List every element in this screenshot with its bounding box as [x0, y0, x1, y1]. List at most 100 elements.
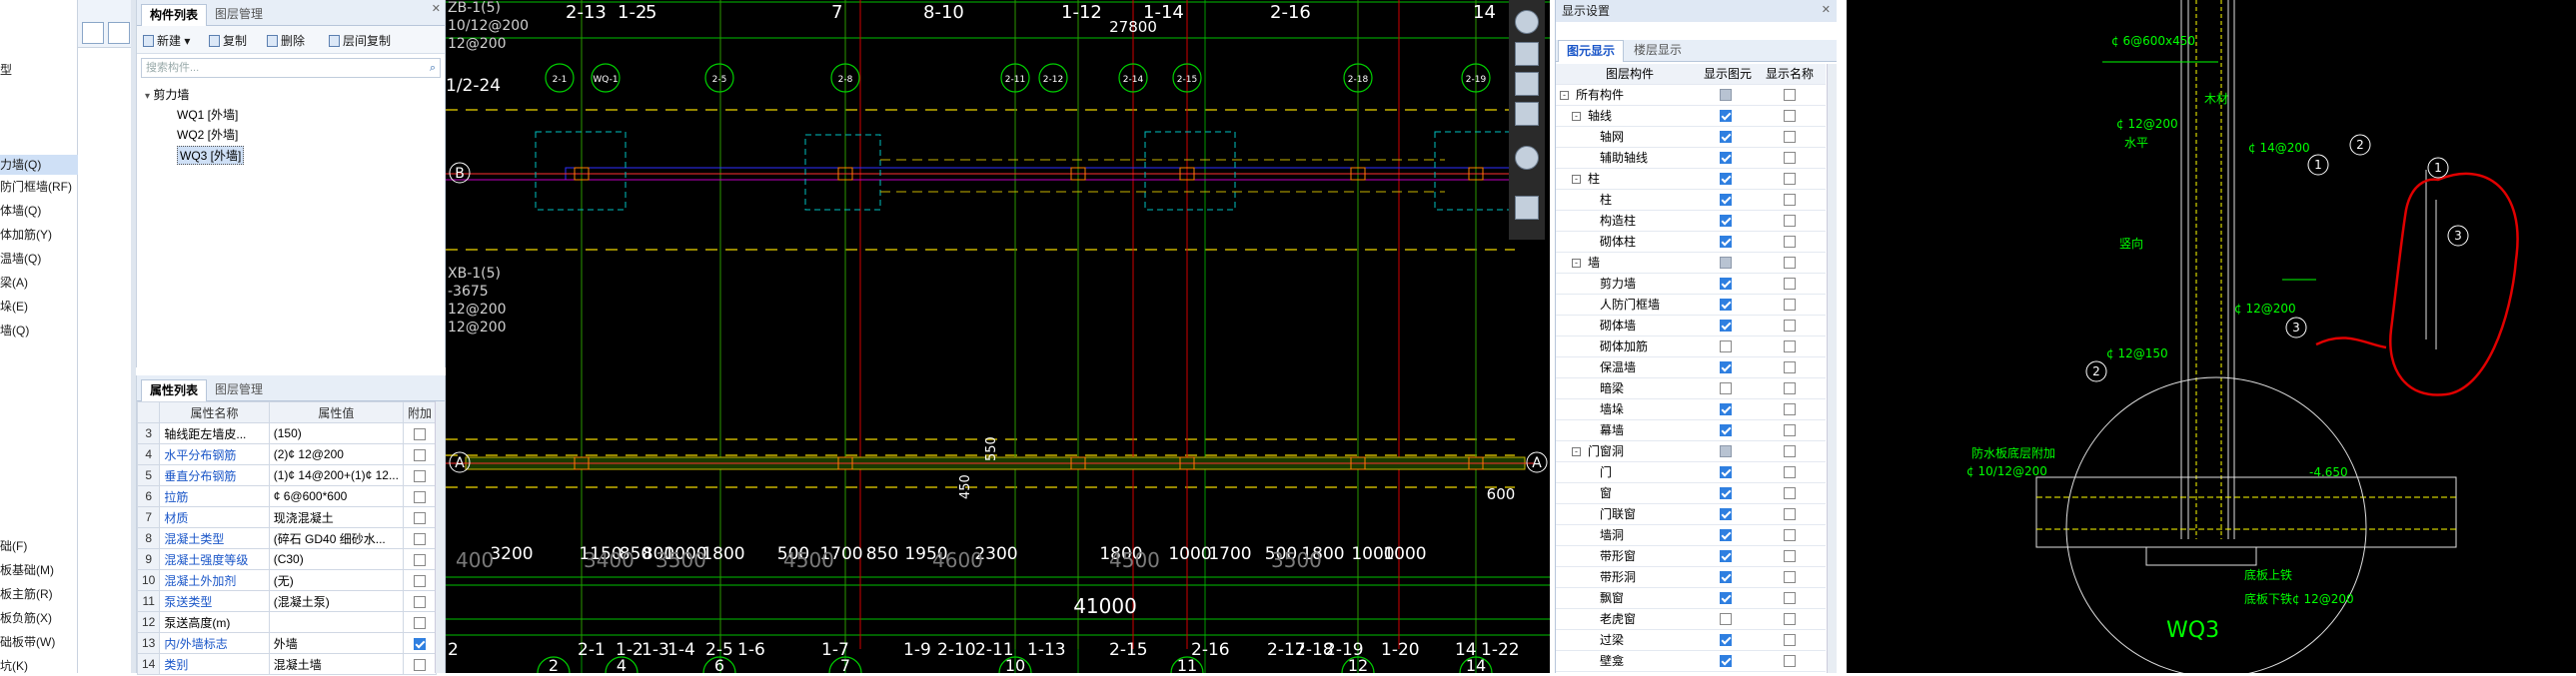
show-element-checkbox[interactable] [1720, 424, 1732, 436]
show-element-checkbox[interactable] [1720, 655, 1732, 667]
property-value[interactable]: (1)¢ 14@200+(1)¢ 12... [268, 464, 404, 486]
show-name-checkbox[interactable] [1784, 278, 1796, 290]
display-row[interactable]: 带形洞 [1556, 567, 1826, 588]
display-row[interactable]: 剪力墙 [1556, 274, 1826, 295]
property-row[interactable]: 10 混凝土外加剂 (无) [136, 569, 438, 591]
display-row[interactable]: 老虎窗 [1556, 609, 1826, 630]
display-row[interactable]: 构造柱 [1556, 211, 1826, 232]
rotate-view-icon[interactable] [1515, 10, 1539, 34]
component-type-item[interactable]: 础(F) [0, 536, 78, 556]
display-scrollbar[interactable] [1827, 64, 1837, 673]
component-type-item[interactable]: 体加筋(Y) [0, 225, 78, 245]
extra-checkbox[interactable] [413, 637, 426, 650]
display-row[interactable]: 带形窗 [1556, 546, 1826, 567]
display-row[interactable]: 保温墙 [1556, 357, 1826, 378]
display-row[interactable]: - 门窗洞 [1556, 441, 1826, 462]
show-name-checkbox[interactable] [1784, 299, 1796, 311]
display-row[interactable]: 墙洞 [1556, 525, 1826, 546]
property-row[interactable]: 14 类别 混凝土墙 [136, 653, 438, 675]
show-element-checkbox[interactable] [1720, 152, 1732, 164]
show-element-checkbox[interactable] [1720, 173, 1732, 185]
show-element-checkbox[interactable] [1720, 382, 1732, 394]
refresh-icon[interactable] [1515, 146, 1539, 170]
show-name-checkbox[interactable] [1784, 571, 1796, 583]
property-value[interactable]: 现浇混凝土 [268, 506, 404, 528]
show-name-checkbox[interactable] [1784, 550, 1796, 562]
tab-element-display[interactable]: 图元显示 [1558, 40, 1625, 62]
new-button[interactable]: 新建 ▾ [143, 32, 190, 49]
show-name-checkbox[interactable] [1784, 382, 1796, 394]
display-row[interactable]: - 轴线 [1556, 106, 1826, 127]
show-name-checkbox[interactable] [1784, 403, 1796, 415]
display-row[interactable]: 过梁 [1556, 630, 1826, 651]
show-name-checkbox[interactable] [1784, 152, 1796, 164]
show-name-checkbox[interactable] [1784, 194, 1796, 206]
collapse-toggle-icon[interactable]: - [1560, 91, 1569, 100]
component-type-item[interactable]: 墙(Q) [0, 321, 78, 340]
tab-property-layer[interactable]: 图层管理 [207, 379, 271, 401]
grid-view-icon[interactable] [108, 22, 130, 44]
show-element-checkbox[interactable] [1720, 236, 1732, 248]
tab-floor-display[interactable]: 楼层显示 [1626, 40, 1690, 62]
extra-checkbox[interactable] [413, 574, 426, 587]
collapse-toggle-icon[interactable]: - [1572, 175, 1581, 184]
show-element-checkbox[interactable] [1720, 613, 1732, 625]
show-name-checkbox[interactable] [1784, 110, 1796, 122]
display-row[interactable]: -柱 [1556, 169, 1826, 190]
show-name-checkbox[interactable] [1784, 340, 1796, 352]
display-row[interactable]: 轴网 [1556, 127, 1826, 148]
component-type-item[interactable]: 础板带(W) [0, 632, 78, 652]
search-icon[interactable]: ⌕ [430, 59, 436, 77]
extra-checkbox[interactable] [413, 511, 426, 524]
collapse-icon[interactable]: ▾ [145, 91, 150, 102]
display-row[interactable]: 砌体柱 [1556, 232, 1826, 253]
component-type-item[interactable]: 体墙(Q) [0, 201, 78, 221]
display-row[interactable]: 门联窗 [1556, 504, 1826, 525]
property-value[interactable]: 混凝土墙 [268, 653, 404, 675]
component-type-item[interactable]: 板主筋(R) [0, 584, 78, 604]
show-element-checkbox[interactable] [1720, 320, 1732, 332]
property-value[interactable] [268, 611, 404, 633]
display-row[interactable]: - 所有构件 [1556, 85, 1826, 106]
property-row[interactable]: 7 材质 现浇混凝土 [136, 506, 438, 528]
grid-table-icon[interactable] [1515, 196, 1539, 220]
floor-copy-button[interactable]: 层间复制 [329, 32, 391, 49]
show-name-checkbox[interactable] [1784, 445, 1796, 457]
property-row[interactable]: 3 轴线距左墙皮... (150) [136, 422, 438, 444]
search-input[interactable]: 搜索构件... ⌕ [141, 58, 441, 78]
component-type-item[interactable]: 板基础(M) [0, 560, 78, 580]
show-name-checkbox[interactable] [1784, 131, 1796, 143]
tab-property-list[interactable]: 属性列表 [141, 379, 208, 401]
delete-button[interactable]: 删除 [267, 32, 305, 49]
display-row[interactable]: 幕墙 [1556, 420, 1826, 441]
show-name-checkbox[interactable] [1784, 466, 1796, 478]
property-value[interactable]: (C30) [268, 548, 404, 570]
show-element-checkbox[interactable] [1720, 257, 1732, 269]
close-display-icon[interactable]: ✕ [1822, 3, 1831, 16]
show-element-checkbox[interactable] [1720, 299, 1732, 311]
show-element-checkbox[interactable] [1720, 487, 1732, 499]
show-name-checkbox[interactable] [1784, 257, 1796, 269]
extra-checkbox[interactable] [413, 595, 426, 608]
property-value[interactable]: (混凝土泵) [268, 590, 404, 612]
show-name-checkbox[interactable] [1784, 508, 1796, 520]
show-element-checkbox[interactable] [1720, 466, 1732, 478]
tree-item-wq1[interactable]: WQ1 [外墙] [177, 106, 238, 123]
property-row[interactable]: 12 泵送高度(m) [136, 611, 438, 633]
show-element-checkbox[interactable] [1720, 403, 1732, 415]
extra-checkbox[interactable] [413, 553, 426, 566]
component-type-item[interactable]: 垛(E) [0, 297, 78, 317]
component-type-item[interactable]: 板负筋(X) [0, 608, 78, 628]
property-value[interactable]: ¢ 6@600*600 [268, 485, 404, 507]
component-type-item[interactable]: 型 [0, 60, 78, 80]
display-row[interactable]: 暗梁 [1556, 378, 1826, 399]
show-name-checkbox[interactable] [1784, 634, 1796, 646]
show-name-checkbox[interactable] [1784, 361, 1796, 373]
tree-root[interactable]: ▾ 剪力墙 [145, 86, 189, 103]
show-element-checkbox[interactable] [1720, 278, 1732, 290]
property-row[interactable]: 13 内/外墙标志 外墙 [136, 632, 438, 654]
extra-checkbox[interactable] [413, 427, 426, 440]
property-value[interactable]: (无) [268, 569, 404, 591]
tab-component-list[interactable]: 构件列表 [141, 4, 208, 26]
display-row[interactable]: 砌体加筋 [1556, 337, 1826, 357]
